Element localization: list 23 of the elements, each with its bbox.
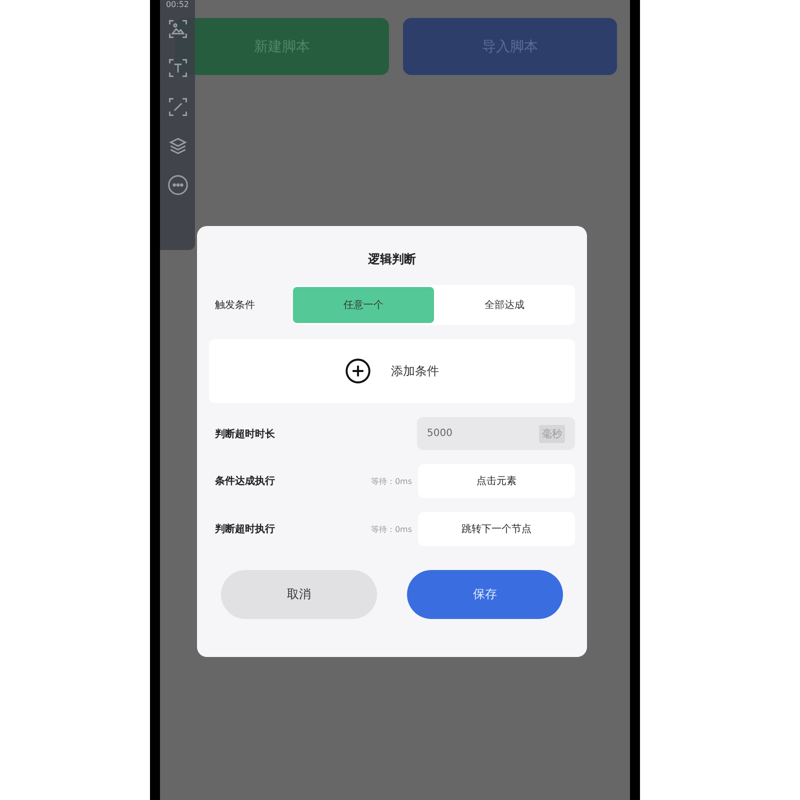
pencil-scan-icon[interactable]: [166, 96, 188, 118]
field-label: 条件达成执行: [214, 474, 276, 488]
layers-icon[interactable]: [166, 135, 188, 157]
field-label: 判断超时时长: [214, 428, 276, 440]
field-label: 触发条件: [214, 299, 256, 312]
action-selector[interactable]: 跳转下一个节点: [418, 512, 575, 546]
image-scan-icon[interactable]: [166, 18, 188, 40]
dialog-title: 逻辑判断: [367, 251, 417, 268]
wait-text: 等待：0ms: [370, 524, 412, 534]
timeout-field[interactable]: 5000 毫秒: [417, 417, 575, 450]
field-label: 判断超时执行: [214, 522, 276, 536]
segment-tab[interactable]: 全部达成: [434, 287, 575, 323]
plus-circle-icon: [345, 358, 371, 384]
segment-tab[interactable]: 任意一个: [293, 287, 434, 323]
more-icon[interactable]: [166, 174, 188, 196]
clock-time: 00:52: [166, 0, 190, 9]
save-button[interactable]: 保存: [407, 570, 563, 619]
wait-text: 等待：0ms: [370, 476, 412, 486]
add-condition-button[interactable]: 添加条件: [209, 339, 575, 403]
cancel-button[interactable]: 取消: [221, 570, 377, 619]
text-scan-icon[interactable]: [166, 57, 188, 79]
action-selector[interactable]: 点击元素: [418, 464, 575, 498]
unit-label: 毫秒: [539, 424, 565, 442]
